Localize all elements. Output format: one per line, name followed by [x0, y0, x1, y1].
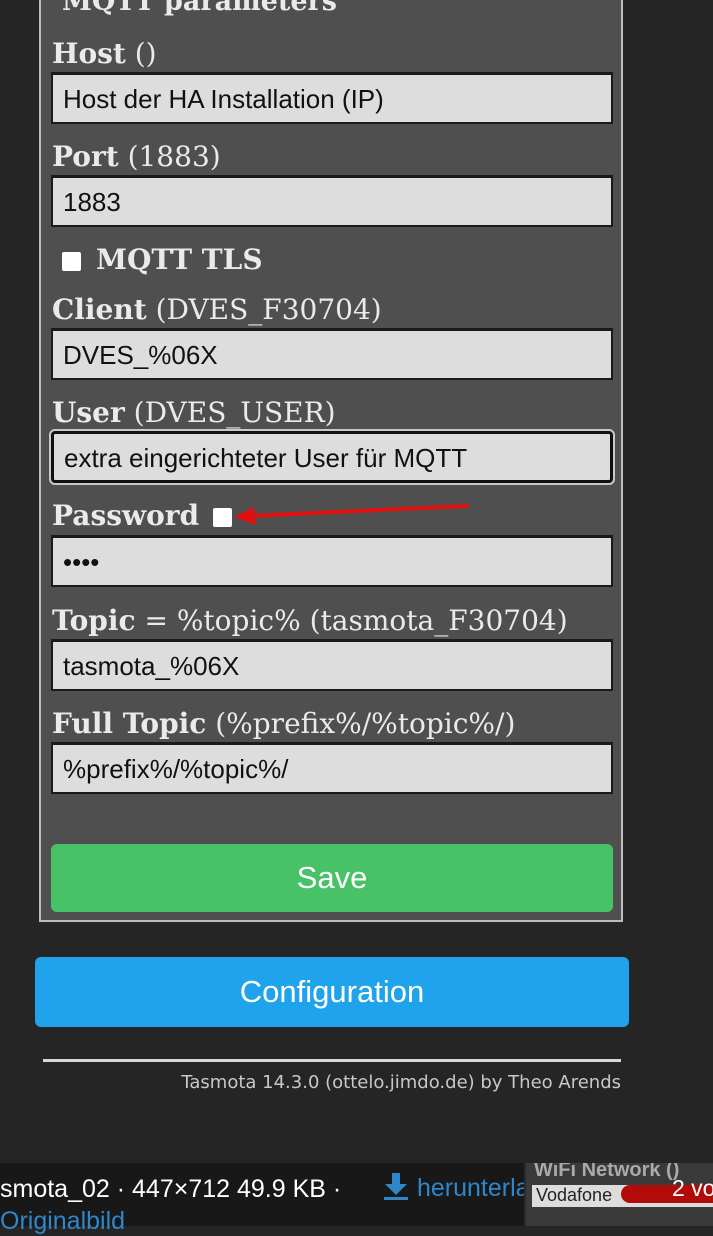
- image-viewer-bar: smota_02 · 447×712 49.9 KB · herunterlad…: [0, 1163, 713, 1235]
- password-input[interactable]: ••••: [51, 535, 613, 587]
- footer-text: Tasmota 14.3.0 (ottelo.jimdo.de) by Theo…: [181, 1072, 621, 1093]
- password-label: Password: [52, 499, 200, 532]
- user-label: User (DVES_USER): [52, 396, 336, 429]
- user-input[interactable]: extra eingerichteter User für MQTT: [49, 429, 615, 485]
- mqtt-tls-checkbox[interactable]: [62, 252, 81, 271]
- client-input[interactable]: DVES_%06X: [51, 328, 613, 380]
- file-info: smota_02 · 447×712 49.9 KB ·: [0, 1175, 342, 1203]
- topic-input[interactable]: tasmota_%06X: [51, 639, 613, 691]
- save-button[interactable]: Save: [51, 844, 613, 912]
- host-label: Host (): [52, 37, 157, 70]
- original-image-link[interactable]: Originalbild: [0, 1207, 125, 1236]
- fieldset-legend: MQTT parameters: [62, 0, 337, 17]
- host-input[interactable]: Host der HA Installation (IP): [51, 72, 613, 124]
- next-image-thumbnail[interactable]: WiFi Network () Vodafone 2 vo: [524, 1163, 713, 1226]
- client-label: Client (DVES_F30704): [52, 293, 382, 326]
- port-input[interactable]: 1883: [51, 175, 613, 227]
- port-label: Port (1883): [52, 140, 221, 173]
- full-topic-label: Full Topic (%prefix%/%topic%/): [52, 707, 516, 740]
- full-topic-input[interactable]: %prefix%/%topic%/: [51, 742, 613, 794]
- thumb-title: WiFi Network (): [534, 1163, 680, 1181]
- annotation-arrow-icon: [234, 504, 469, 525]
- thumb-text: Vodafone: [536, 1185, 613, 1205]
- divider: [43, 1059, 621, 1062]
- configuration-button[interactable]: Configuration: [35, 957, 629, 1027]
- image-counter: 2 vo: [672, 1175, 713, 1201]
- topic-label: Topic = %topic% (tasmota_F30704): [52, 604, 568, 637]
- mqtt-tls-label: MQTT TLS: [96, 243, 263, 276]
- download-icon: [382, 1171, 410, 1208]
